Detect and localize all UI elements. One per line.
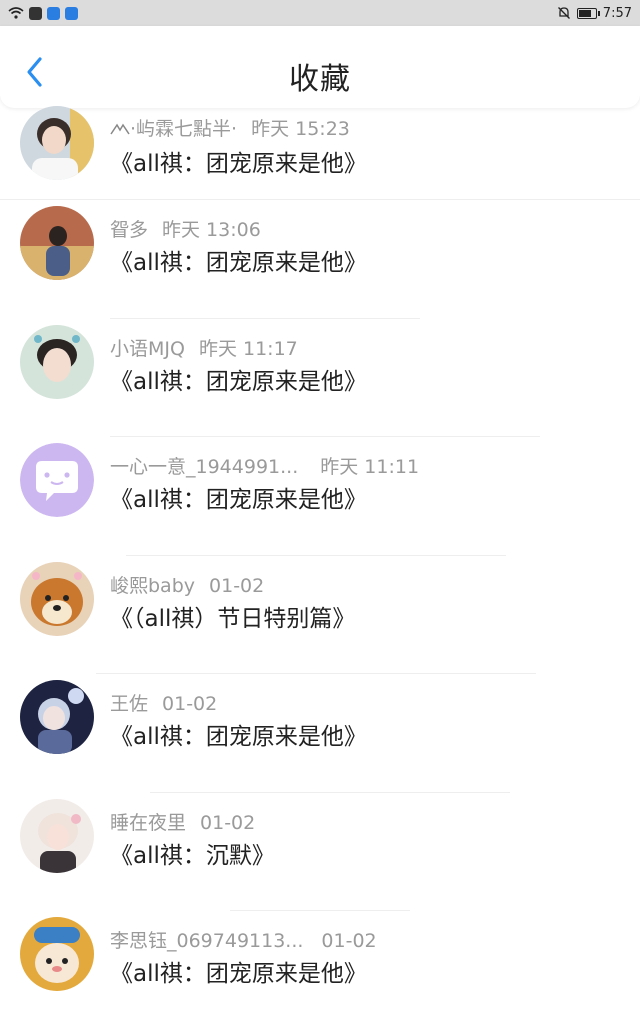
item-meta: ·屿霖七點半· 昨天 15:23 — [110, 114, 350, 141]
post-title[interactable]: 《all祺：团宠原来是他》 — [110, 717, 367, 751]
username[interactable]: 睡在夜里 — [110, 812, 186, 834]
post-title[interactable]: 《all祺：团宠原来是他》 — [110, 144, 367, 178]
post-title[interactable]: 《all祺：沉默》 — [110, 836, 275, 870]
timestamp: 昨天 15:23 — [251, 118, 350, 140]
battery-icon — [576, 7, 600, 19]
favorites-list: ·屿霖七點半· 昨天 15:23 《all祺：团宠原来是他》 眢多 昨天 13:06… — [0, 106, 640, 1030]
page-title: 收藏 — [289, 62, 351, 97]
post-title[interactable]: 《all祺：团宠原来是他》 — [110, 480, 367, 514]
avatar[interactable] — [20, 324, 94, 399]
timestamp: 昨天 13:06 — [162, 219, 261, 241]
username[interactable]: 峻熙baby — [110, 575, 195, 597]
item-meta: 小语MJQ 昨天 11:17 — [110, 334, 298, 361]
avatar[interactable] — [20, 106, 94, 180]
wifi-icon — [8, 7, 24, 19]
username[interactable]: 眢多 — [110, 219, 148, 241]
item-meta: 一心一意_1944991... 昨天 11:11 — [110, 452, 419, 479]
avatar[interactable] — [20, 443, 94, 517]
item-meta: 睡在夜里 01-02 — [110, 808, 255, 835]
header: 收藏 — [0, 26, 640, 108]
username[interactable]: 小语MJQ — [110, 338, 185, 360]
list-item[interactable]: 小语MJQ 昨天 11:17 《all祺：团宠原来是他》 — [0, 319, 640, 437]
avatar[interactable] — [20, 206, 94, 280]
timestamp: 01-02 — [209, 574, 265, 597]
avatar[interactable] — [20, 561, 94, 636]
list-item[interactable]: 一心一意_1944991... 昨天 11:11 《all祺：团宠原来是他》 — [0, 437, 640, 556]
timestamp: 01-02 — [162, 693, 218, 715]
status-icons-left — [8, 6, 78, 20]
post-title[interactable]: 《all祺：团宠原来是他》 — [110, 362, 367, 396]
list-item[interactable]: 李思钰_069749113... 01-02 《all祺：团宠原来是他》 — [0, 911, 640, 1030]
list-item[interactable]: ·屿霖七點半· 昨天 15:23 《all祺：团宠原来是他》 — [0, 106, 640, 200]
username-decor-icon — [110, 123, 130, 135]
post-title[interactable]: 《all祺：团宠原来是他》 — [110, 954, 367, 988]
list-item[interactable]: 眢多 昨天 13:06 《all祺：团宠原来是他》 — [0, 200, 640, 319]
timestamp: 昨天 11:17 — [198, 337, 298, 360]
item-meta: 峻熙baby 01-02 — [110, 571, 264, 598]
status-time: 7:57 — [602, 5, 632, 21]
post-title[interactable]: 《all祺：团宠原来是他》 — [110, 243, 367, 277]
list-item[interactable]: 峻熙baby 01-02 《（all祺）节日特别篇》 — [0, 556, 640, 674]
list-item[interactable]: 王佐 01-02 《all祺：团宠原来是他》 — [0, 674, 640, 793]
mute-bell-icon — [557, 7, 570, 19]
avatar[interactable] — [20, 917, 94, 991]
app-notification-icon — [29, 6, 42, 20]
timestamp: 01-02 — [321, 930, 377, 952]
item-meta: 眢多 昨天 13:06 — [110, 215, 261, 242]
post-title[interactable]: 《（all祺）节日特别篇》 — [110, 599, 355, 633]
avatar[interactable] — [20, 680, 94, 754]
username[interactable]: 李思钰_069749113... — [110, 930, 303, 952]
username[interactable]: ·屿霖七點半· — [130, 118, 237, 140]
username[interactable]: 王佐 — [110, 693, 148, 715]
search-app-icon — [47, 6, 60, 20]
avatar[interactable] — [20, 798, 94, 873]
browser-app-icon — [65, 6, 78, 20]
status-bar: 7:57 — [0, 0, 640, 26]
list-item[interactable]: 睡在夜里 01-02 《all祺：沉默》 — [0, 793, 640, 911]
item-meta: 李思钰_069749113... 01-02 — [110, 926, 377, 953]
status-icons-right: 7:57 — [557, 6, 632, 21]
timestamp: 01-02 — [200, 811, 256, 834]
item-meta: 王佐 01-02 — [110, 689, 217, 716]
timestamp: 昨天 11:11 — [320, 456, 420, 478]
username[interactable]: 一心一意_1944991... — [110, 456, 298, 478]
